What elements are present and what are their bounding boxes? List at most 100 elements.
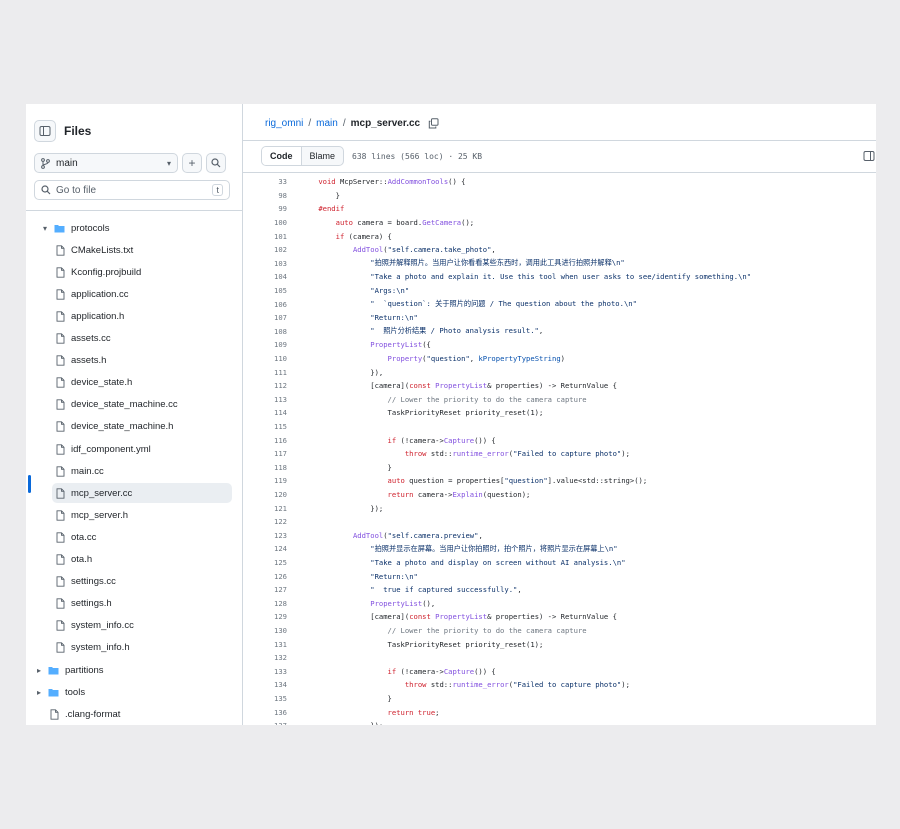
line-number[interactable]: 107 — [243, 313, 301, 322]
tree-file[interactable]: ota.h — [52, 550, 232, 570]
tree-file[interactable]: settings.cc — [52, 572, 232, 592]
line-number[interactable]: 106 — [243, 300, 301, 309]
divider — [243, 140, 876, 141]
copy-path-button[interactable] — [428, 118, 439, 129]
line-number[interactable]: 129 — [243, 612, 301, 621]
tree-file[interactable]: idf_component.yml — [52, 439, 232, 459]
tree-file[interactable]: device_state_machine.h — [52, 417, 232, 437]
tree-file[interactable]: device_state.h — [52, 373, 232, 393]
line-number[interactable]: 133 — [243, 667, 301, 676]
go-to-file-input[interactable] — [56, 184, 213, 196]
shortcut-badge: t — [212, 184, 223, 196]
chevron-right-icon[interactable]: ▸ — [34, 666, 44, 675]
search-button[interactable] — [206, 153, 226, 173]
line-number[interactable]: 119 — [243, 476, 301, 485]
tree-file[interactable]: device_state_machine.cc — [52, 395, 232, 415]
tree-file[interactable]: assets.h — [52, 351, 232, 371]
line-number[interactable]: 128 — [243, 599, 301, 608]
line-number[interactable]: 116 — [243, 436, 301, 445]
tree-item-icon — [56, 488, 65, 499]
add-file-button[interactable]: + — [182, 153, 202, 173]
tree-file[interactable]: .clang-format — [46, 704, 232, 724]
branch-selector[interactable]: main ▾ — [34, 153, 178, 173]
code-text: TaskPriorityReset priority_reset(1); — [301, 408, 544, 418]
code-text: if (camera) { — [335, 231, 392, 241]
line-number[interactable]: 135 — [243, 694, 301, 703]
line-number[interactable]: 127 — [243, 585, 301, 594]
plus-icon: + — [188, 156, 196, 170]
line-number[interactable]: 103 — [243, 259, 301, 268]
line-number[interactable]: 99 — [243, 204, 301, 213]
line-number[interactable]: 118 — [243, 463, 301, 472]
line-number[interactable]: 130 — [243, 626, 301, 635]
file-icon — [56, 399, 65, 410]
symbols-panel-icon[interactable] — [863, 150, 875, 162]
line-number[interactable]: 100 — [243, 218, 301, 227]
line-number[interactable]: 123 — [243, 531, 301, 540]
line-number[interactable]: 33 — [243, 177, 301, 186]
go-to-file-field[interactable]: t — [34, 180, 230, 200]
line-number[interactable]: 113 — [243, 395, 301, 404]
tree-item-label: system_info.cc — [71, 620, 134, 632]
tab-blame[interactable]: Blame — [302, 147, 344, 165]
line-number[interactable]: 111 — [243, 368, 301, 377]
line-number[interactable]: 104 — [243, 272, 301, 281]
code-line: 131 TaskPriorityReset priority_reset(1); — [243, 637, 543, 651]
tree-item-label: partitions — [65, 664, 104, 676]
breadcrumb-branch-link[interactable]: main — [316, 118, 338, 129]
file-icon — [56, 443, 65, 455]
line-number[interactable]: 136 — [243, 708, 301, 717]
line-number[interactable]: 125 — [243, 558, 301, 567]
line-number[interactable]: 126 — [243, 572, 301, 581]
line-number[interactable]: 122 — [243, 517, 301, 526]
tree-file[interactable]: mcp_server.cc — [52, 483, 232, 504]
tree-file[interactable]: Kconfig.projbuild — [52, 262, 232, 282]
tree-item-label: system_info.h — [71, 642, 130, 654]
line-number[interactable]: 114 — [243, 408, 301, 417]
line-number[interactable]: 137 — [243, 721, 301, 725]
line-number[interactable]: 124 — [243, 544, 301, 553]
tree-folder[interactable]: ▸ tools — [34, 682, 232, 702]
tree-file[interactable]: assets.cc — [52, 329, 232, 349]
line-number[interactable]: 134 — [243, 680, 301, 689]
breadcrumb-repo-link[interactable]: rig_omni — [265, 118, 303, 129]
line-number[interactable]: 112 — [243, 381, 301, 390]
tree-file[interactable]: ota.cc — [52, 527, 232, 547]
code-text: "Take a photo and explain it. Use this t… — [370, 272, 752, 282]
code-text: [camera](const PropertyList& properties)… — [301, 612, 617, 622]
tree-item-icon — [56, 333, 65, 344]
tree-file[interactable]: application.cc — [52, 284, 232, 304]
tab-code[interactable]: Code — [262, 147, 302, 165]
chevron-down-icon[interactable]: ▾ — [40, 224, 50, 233]
tree-file[interactable]: main.cc — [52, 461, 232, 481]
code-text: "拍照并解释照片。当用户让你看看某些东西时，调用此工具进行拍照并解释\n" — [370, 258, 625, 268]
github-file-view: Files main ▾ + Go to file t ▾ protocols … — [26, 104, 876, 725]
line-number[interactable]: 98 — [243, 191, 301, 200]
tree-file[interactable]: CMakeLists.txt — [52, 240, 232, 260]
tree-item-icon — [56, 620, 65, 631]
line-number[interactable]: 120 — [243, 490, 301, 499]
tree-folder[interactable]: ▾ protocols — [40, 218, 232, 238]
tree-file[interactable]: system_info.h — [52, 638, 232, 658]
tree-file[interactable]: system_info.cc — [52, 616, 232, 636]
line-number[interactable]: 117 — [243, 449, 301, 458]
chevron-right-icon[interactable]: ▸ — [34, 688, 44, 697]
line-number[interactable]: 101 — [243, 232, 301, 241]
line-number[interactable]: 110 — [243, 354, 301, 363]
line-number[interactable]: 108 — [243, 327, 301, 336]
line-number[interactable]: 115 — [243, 422, 301, 431]
line-number[interactable]: 102 — [243, 245, 301, 254]
code-line: 122 — [243, 515, 301, 529]
line-number[interactable]: 105 — [243, 286, 301, 295]
tree-file[interactable]: mcp_server.h — [52, 505, 232, 525]
code-line: 106 " `question`: 关于照片的问题 / The question… — [243, 297, 637, 311]
line-number[interactable]: 121 — [243, 504, 301, 513]
line-number[interactable]: 132 — [243, 653, 301, 662]
file-icon — [56, 244, 65, 256]
tree-file[interactable]: application.h — [52, 306, 232, 326]
sidebar-collapse-button[interactable] — [34, 120, 56, 142]
line-number[interactable]: 109 — [243, 340, 301, 349]
tree-folder[interactable]: ▸ partitions — [34, 660, 232, 680]
line-number[interactable]: 131 — [243, 640, 301, 649]
tree-file[interactable]: settings.h — [52, 594, 232, 614]
